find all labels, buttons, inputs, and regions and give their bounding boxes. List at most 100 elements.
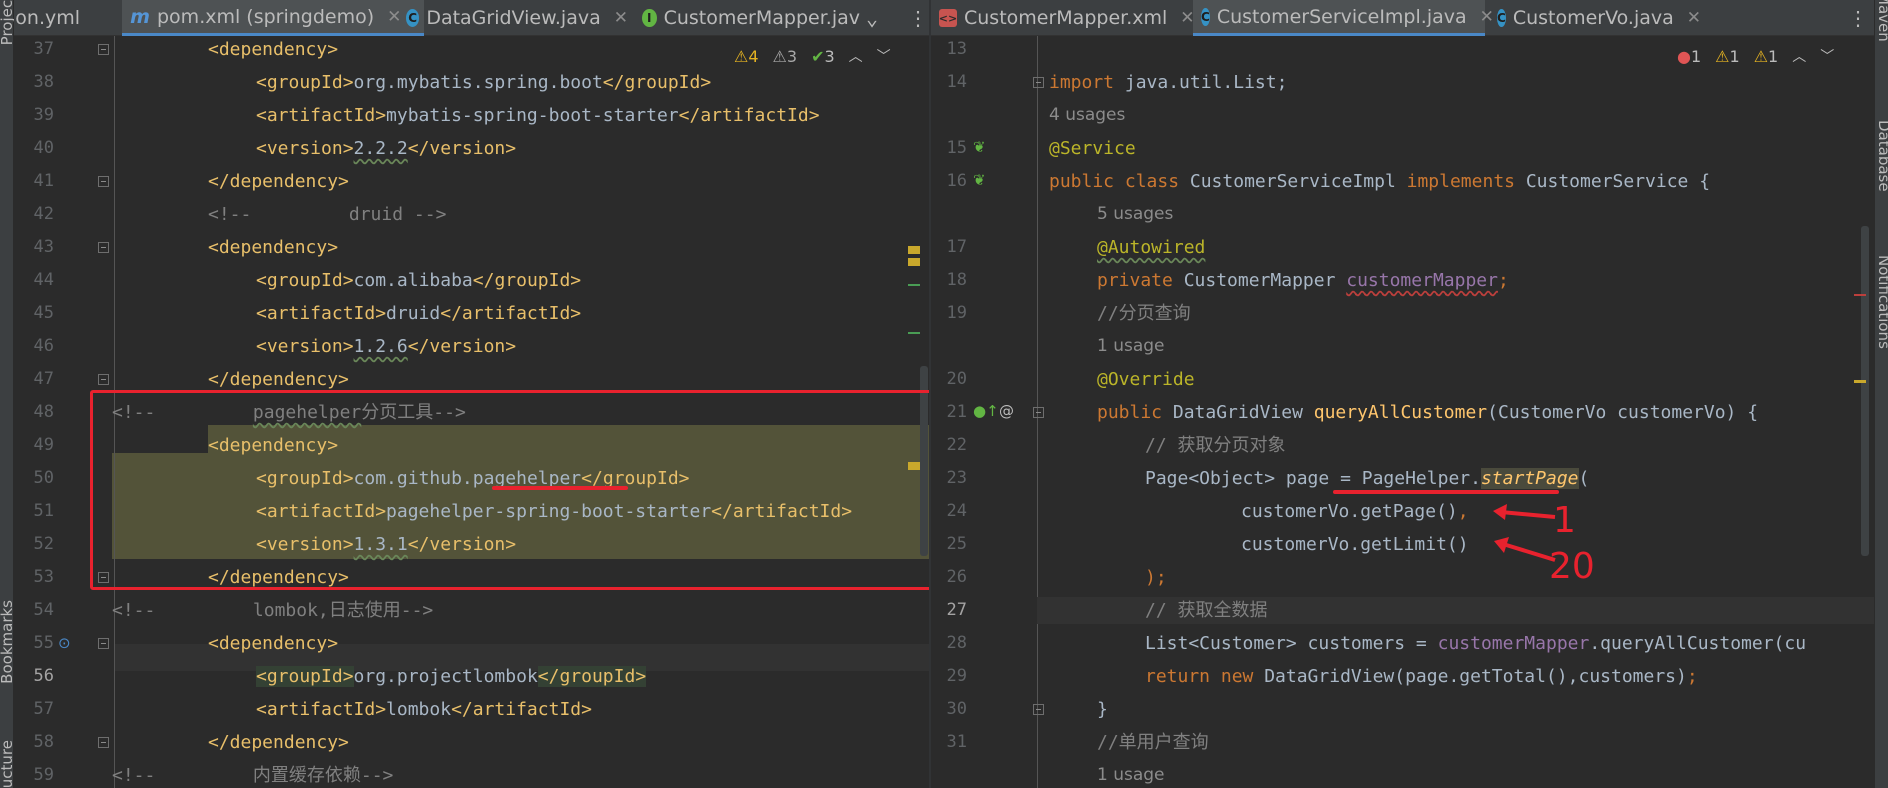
at-annotation-icon[interactable]: @ xyxy=(999,402,1014,420)
maven-override-icon[interactable]: ⊙ xyxy=(58,634,71,652)
scroll-marker[interactable] xyxy=(908,332,920,334)
more-options-icon[interactable]: ⋮ xyxy=(1848,0,1868,36)
tab-customerserviceimpl-java[interactable]: C CustomerServiceImpl.java ✕ xyxy=(1193,0,1494,36)
fold-icon[interactable] xyxy=(1033,77,1044,88)
line-number: 21 xyxy=(946,402,967,422)
annotation-label-1: 1 xyxy=(1553,500,1576,541)
interface-icon: I xyxy=(642,9,657,27)
code-line: <groupId>org.projectlombok</groupId> xyxy=(256,666,647,687)
scroll-marker[interactable] xyxy=(908,284,920,286)
tab-customermapper-java[interactable]: I CustomerMapper.jav xyxy=(634,0,860,36)
code-line: <dependency> xyxy=(208,39,339,60)
fold-icon[interactable] xyxy=(1033,407,1044,418)
line-number: 20 xyxy=(946,369,967,389)
scroll-marker[interactable] xyxy=(908,246,920,254)
line-number: 18 xyxy=(946,270,967,290)
code-line: @Autowired xyxy=(1097,237,1206,258)
scroll-marker[interactable] xyxy=(908,258,920,266)
pom-xml-editor[interactable]: 37 <dependency> 38 <groupId>org.mybatis.… xyxy=(14,36,929,788)
tab-pom-xml[interactable]: m pom.xml (springdemo) ✕ xyxy=(122,0,424,36)
right-editor-pane: <> CustomerMapper.xml ✕ C CustomerServic… xyxy=(931,0,1874,788)
fold-icon[interactable] xyxy=(1033,704,1044,715)
tab-customervo-java[interactable]: C CustomerVo.java ✕ xyxy=(1489,0,1701,36)
line-number: 16 xyxy=(946,171,967,191)
tab-customermapper-xml[interactable]: <> CustomerMapper.xml ✕ xyxy=(931,0,1195,36)
line-number: 29 xyxy=(946,666,967,686)
scroll-marker[interactable] xyxy=(1854,294,1866,296)
fold-icon[interactable] xyxy=(98,242,109,253)
spring-bean-icon[interactable]: ❦ xyxy=(973,171,986,189)
line-number: 30 xyxy=(946,699,967,719)
line-number: 50 xyxy=(33,468,54,488)
code-line: // 获取全数据 xyxy=(1145,600,1268,621)
line-number: 42 xyxy=(33,204,54,224)
implements-method-icon[interactable]: ●↑ xyxy=(973,402,999,420)
code-line: <dependency> xyxy=(208,633,339,654)
class-icon: C xyxy=(406,9,420,27)
close-icon[interactable]: ✕ xyxy=(1687,8,1701,28)
code-line: @Service xyxy=(1049,138,1136,159)
line-number: 41 xyxy=(33,171,54,191)
line-number: 13 xyxy=(946,39,967,59)
right-tab-bar: <> CustomerMapper.xml ✕ C CustomerServic… xyxy=(931,0,1874,36)
fold-icon[interactable] xyxy=(98,176,109,187)
code-line: customerVo.getPage(), xyxy=(1241,501,1469,522)
fold-icon[interactable] xyxy=(98,638,109,649)
java-editor[interactable]: 13 14 import java.util.List; 4 usages 15… xyxy=(931,36,1874,788)
code-line: <dependency> xyxy=(208,237,339,258)
database-tool-label[interactable]: Database xyxy=(1875,120,1888,192)
usages-hint[interactable]: 1 usage xyxy=(1097,333,1165,360)
line-number: 38 xyxy=(33,72,54,92)
code-line: <artifactId>mybatis-spring-boot-starter<… xyxy=(256,105,820,126)
left-tab-bar: ion.yml m pom.xml (springdemo) ✕ C DataG… xyxy=(14,0,929,36)
line-number: 15 xyxy=(946,138,967,158)
code-line: //单用户查询 xyxy=(1097,732,1209,753)
chevron-down-icon[interactable]: ⌄ xyxy=(866,0,878,36)
maven-tool-label[interactable]: Maven xyxy=(1875,0,1888,42)
code-line: return new DataGridView(page.getTotal(),… xyxy=(1145,666,1698,687)
line-number: 17 xyxy=(946,237,967,257)
code-line: customerVo.getLimit() xyxy=(1241,534,1469,555)
tab-application-yml[interactable]: ion.yml xyxy=(14,0,120,36)
usages-hint[interactable]: 4 usages xyxy=(1049,102,1125,129)
xml-file-icon: <> xyxy=(939,9,957,27)
right-tool-strip: Maven Database Notifications xyxy=(1874,0,1888,788)
maven-icon: m xyxy=(130,5,150,28)
line-number: 49 xyxy=(33,435,54,455)
line-number: 48 xyxy=(33,402,54,422)
line-number: 59 xyxy=(33,765,54,785)
tab-label: DataGridView.java xyxy=(426,7,601,29)
left-tool-strip: Project Bookmarks Structure xyxy=(0,0,16,788)
code-line: } xyxy=(1097,699,1108,720)
class-icon: C xyxy=(1497,9,1506,27)
fold-icon[interactable] xyxy=(98,374,109,385)
line-number: 25 xyxy=(946,534,967,554)
code-line: </dependency> xyxy=(208,732,349,753)
code-line: <artifactId>druid</artifactId> xyxy=(256,303,582,324)
line-number: 24 xyxy=(946,501,967,521)
code-line: ); xyxy=(1145,567,1167,588)
fold-icon[interactable] xyxy=(98,737,109,748)
vertical-scrollbar[interactable] xyxy=(1861,226,1869,556)
line-number: 22 xyxy=(946,435,967,455)
usages-hint[interactable]: 1 usage xyxy=(1097,762,1165,788)
line-number: 23 xyxy=(946,468,967,488)
scroll-marker[interactable] xyxy=(1854,380,1866,383)
spring-bean-icon[interactable]: ❦ xyxy=(973,138,986,156)
line-number: 55 xyxy=(33,633,54,653)
more-options-icon[interactable]: ⋮ xyxy=(908,0,928,36)
tab-datagridview-java[interactable]: C DataGridView.java ✕ xyxy=(398,0,628,36)
code-line: @Override xyxy=(1097,369,1195,390)
code-line: public DataGridView queryAllCustomer(Cus… xyxy=(1097,402,1759,423)
code-line: private CustomerMapper customerMapper; xyxy=(1097,270,1509,291)
red-underline xyxy=(492,486,628,490)
notifications-tool-label[interactable]: Notifications xyxy=(1875,255,1888,349)
line-number: 44 xyxy=(33,270,54,290)
usages-hint[interactable]: 5 usages xyxy=(1097,201,1173,228)
tab-label: CustomerMapper.jav xyxy=(663,7,860,29)
line-number: 47 xyxy=(33,369,54,389)
fold-icon[interactable] xyxy=(98,44,109,55)
code-line: </dependency> xyxy=(208,369,349,390)
code-line: <!-- 内置缓存依赖--> xyxy=(112,765,394,786)
close-icon[interactable]: ✕ xyxy=(614,8,628,28)
